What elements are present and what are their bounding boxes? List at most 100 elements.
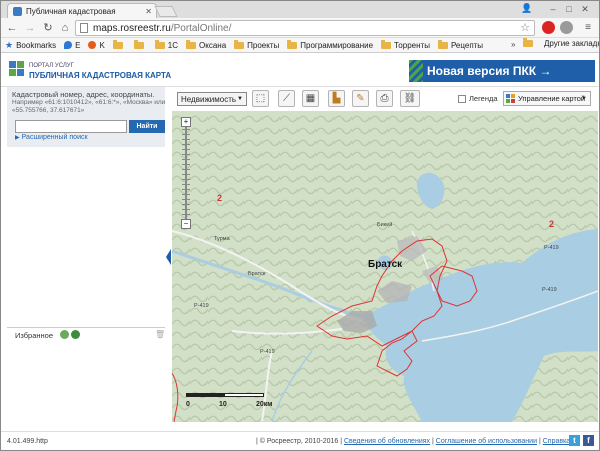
help-link[interactable]: Справка: [543, 438, 570, 445]
bookmark-folder[interactable]: Рецепты: [437, 39, 483, 50]
city-label: Братск: [368, 259, 403, 270]
chevron-down-icon: ▼: [581, 95, 587, 102]
layer-select[interactable]: Недвижимость ▼: [177, 92, 247, 106]
bookmarks-overflow-button[interactable]: »: [511, 40, 515, 49]
collapse-panel-arrow-icon[interactable]: [166, 249, 171, 265]
bookmark-star-icon[interactable]: ☆: [520, 21, 530, 34]
zoom-out-button[interactable]: −: [181, 219, 191, 229]
favicon-icon: [13, 6, 22, 16]
new-version-label: Новая версия ПКК →: [427, 64, 552, 78]
new-tab-button[interactable]: [154, 6, 178, 17]
updates-link[interactable]: Сведения об обновлениях: [344, 438, 430, 445]
find-button[interactable]: Найти: [129, 120, 165, 133]
twitter-icon[interactable]: t: [569, 435, 580, 446]
map-control-button[interactable]: Управление картой ▼: [503, 91, 591, 106]
folder-icon: [112, 39, 123, 49]
search-panel: Кадастровый номер, адрес, координаты. На…: [7, 87, 165, 147]
address-bar[interactable]: maps.rosreestr.ru/PortalOnline/ ☆: [75, 20, 535, 36]
back-icon[interactable]: ←: [5, 21, 19, 35]
terms-link[interactable]: Соглашение об использовании: [436, 438, 537, 445]
folder-icon: [234, 39, 245, 49]
tab-title: Публичная кадастровая: [26, 6, 116, 16]
zoom-in-button[interactable]: +: [181, 117, 191, 127]
page-icon: [80, 23, 88, 33]
scale-bar: 0 10 20км: [186, 387, 274, 413]
bookmark-item[interactable]: E: [64, 41, 80, 50]
reload-icon[interactable]: ↻: [41, 21, 55, 35]
scale-label: 0: [186, 401, 190, 408]
map-grid-icon: [506, 94, 515, 103]
close-tab-icon[interactable]: ✕: [145, 7, 152, 16]
extension-icon[interactable]: [560, 21, 573, 34]
legend-checkbox[interactable]: Легенда: [458, 94, 498, 103]
opera-icon[interactable]: [542, 21, 555, 34]
place-label: Турма: [214, 236, 230, 242]
bookmark-folder[interactable]: Оксана: [186, 39, 226, 50]
measure-tool-icon[interactable]: ⟋: [278, 90, 295, 107]
bookmark-item[interactable]: ★ Bookmarks: [5, 40, 56, 51]
zoom-slider[interactable]: [182, 129, 190, 217]
zoom-control: + −: [181, 117, 191, 229]
bookmark-folder[interactable]: Проекты: [234, 39, 279, 50]
layers-tool-icon[interactable]: ▙: [328, 90, 345, 107]
drop-icon: [64, 41, 73, 49]
map-toolbar: Недвижимость ▼ ⬚ ⟋ ▦ ▙ ✎ ⎙ ⛓ Легенда Упр…: [171, 87, 599, 111]
tab-strip: Публичная кадастровая ✕ 👤 – □ ✕: [1, 1, 599, 18]
cadastral-zone-number: 2: [217, 193, 223, 203]
identify-tool-icon[interactable]: ▦: [302, 90, 319, 107]
select-tool-icon[interactable]: ⬚: [252, 90, 269, 107]
road-label: Р-419: [194, 303, 209, 309]
copyright-text: | © Росреестр, 2010-2016 |: [256, 438, 343, 445]
other-bookmarks[interactable]: Другие закладки: [523, 38, 599, 48]
new-version-banner[interactable]: Новая версия ПКК →: [409, 60, 595, 82]
search-input[interactable]: [15, 120, 127, 133]
facebook-icon[interactable]: f: [583, 435, 594, 446]
user-icon[interactable]: 👤: [521, 3, 532, 15]
bookmark-folder[interactable]: Программирование: [287, 39, 373, 50]
circle-icon: [88, 41, 97, 49]
page-footer: 4.01.499.http | © Росреестр, 2010-2016 |…: [1, 431, 599, 450]
advanced-search-link[interactable]: ▶ Расширенный поиск: [15, 134, 88, 141]
version-text: 4.01.499.http: [7, 438, 48, 445]
road-label: Р-419: [260, 349, 275, 355]
folder-icon: [133, 39, 144, 49]
folder-icon: [186, 39, 197, 49]
link-tool-icon[interactable]: ⛓: [400, 90, 420, 107]
favorites-title: Избранное: [15, 331, 54, 340]
page-content: ПОРТАЛ УСЛУГ ПУБЛИЧНАЯ КАДАСТРОВАЯ КАРТА…: [1, 53, 599, 450]
star-icon: ★: [5, 39, 14, 50]
browser-toolbar: ← → ↻ ⌂ maps.rosreestr.ru/PortalOnline/ …: [1, 18, 599, 38]
close-window-icon[interactable]: ✕: [578, 3, 592, 15]
bookmark-folder[interactable]: 1С: [154, 39, 178, 50]
browser-window: Публичная кадастровая ✕ 👤 – □ ✕ ← → ↻ ⌂ …: [0, 0, 600, 451]
bookmark-folder[interactable]: [112, 39, 126, 49]
maximize-icon[interactable]: □: [562, 3, 576, 15]
bookmarks-bar: ★ Bookmarks E K 1С Оксана Проекты Програм…: [1, 38, 599, 53]
road-label: Р-419: [542, 287, 557, 293]
left-panel: Кадастровый номер, адрес, координаты. На…: [7, 87, 165, 422]
cadastral-zone-number: 2: [549, 219, 555, 229]
rosreestr-logo-icon: [9, 61, 24, 76]
forward-icon[interactable]: →: [23, 21, 37, 35]
trash-icon[interactable]: 🗑: [155, 330, 165, 339]
place-label: Братск: [248, 271, 266, 277]
edit-tool-icon[interactable]: ✎: [352, 90, 369, 107]
bookmark-item[interactable]: K: [88, 41, 105, 50]
minimize-icon[interactable]: –: [546, 3, 560, 15]
folder-icon: [381, 39, 392, 49]
map-canvas[interactable]: 2 2 Братск Турма Бикей Братск Р-419 Р-41…: [172, 111, 598, 422]
export-favorite-icon[interactable]: [71, 330, 80, 339]
folder-icon: [154, 39, 165, 49]
portal-subtitle: ПОРТАЛ УСЛУГ: [29, 63, 74, 69]
browser-tab[interactable]: Публичная кадастровая ✕: [7, 3, 157, 18]
search-hint: Кадастровый номер, адрес, координаты.: [12, 90, 155, 99]
home-icon[interactable]: ⌂: [58, 21, 72, 35]
bookmark-folder[interactable]: [133, 39, 147, 49]
menu-icon[interactable]: ≡: [581, 21, 595, 35]
bookmark-folder[interactable]: Торренты: [381, 39, 430, 50]
road-label: Р-419: [544, 245, 559, 251]
print-icon[interactable]: ⎙: [376, 90, 393, 107]
chevron-down-icon: ▼: [237, 96, 243, 102]
folder-icon: [437, 39, 448, 49]
add-favorite-icon[interactable]: [60, 330, 69, 339]
